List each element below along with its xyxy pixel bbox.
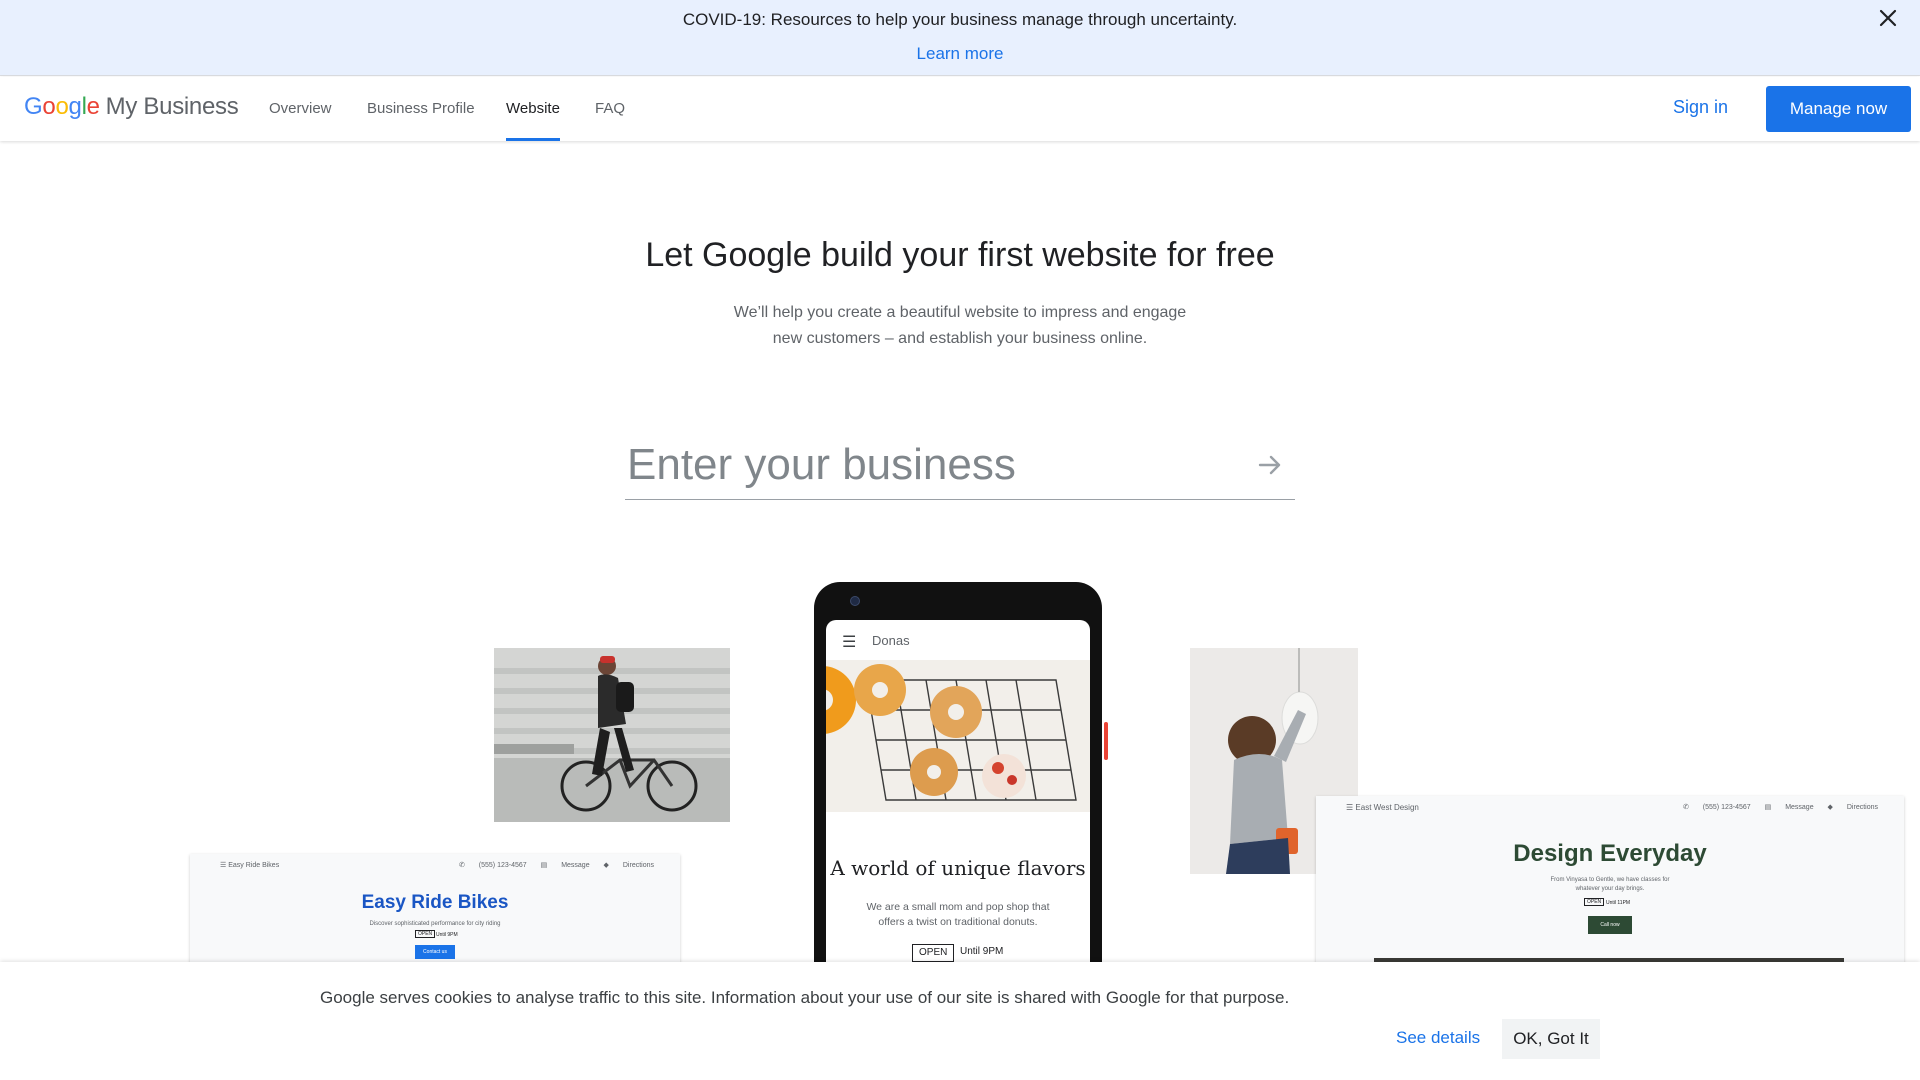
business-search-input[interactable] [627,432,1227,498]
phone-site-header: ☰ Donas [826,620,1090,660]
banner-text: COVID-19: Resources to help your busines… [682,10,1238,29]
mini-directions-text: Directions [622,862,654,869]
mini-directions-text: Directions [1846,804,1878,811]
hero-subtitle: We’ll help you create a beautiful websit… [720,300,1200,352]
ok-got-it-button[interactable]: OK, Got It [1502,1019,1600,1059]
mini-site-title: Design Everyday [1513,840,1707,867]
phone-icon-link: ✆ (555) 123-4567 [1682,804,1751,811]
covid-banner: COVID-19: Resources to help your busines… [0,0,1920,76]
logo-letter: e [86,93,100,120]
mini-open-badge: OPEN [1584,898,1605,906]
mini-hours: Until 9PM [436,932,458,938]
mini-open-badge: OPEN [415,930,436,938]
mini-site-links: ✆ (555) 123-4567 ▤ Message ◆ Directions [1671,803,1878,811]
mini-hours: Until 11PM [1606,900,1631,906]
mini-message-text: Message [1785,804,1814,811]
tab-business-profile[interactable]: Business Profile [367,77,475,141]
mini-site-title: Easy Ride Bikes [361,892,509,913]
mini-site-links: ✆ (555) 123-4567 ▤ Message ◆ Directions [447,861,654,869]
cookie-consent-bar: Google serves cookies to analyse traffic… [0,962,1920,1080]
mini-contact-button: Contact us [415,945,455,959]
page: COVID-19: Resources to help your busines… [0,0,1920,1080]
phone-screen: ☰ Donas A world of unique flavors We are… [826,620,1090,1002]
east-west-design-site-preview: ☰ East West Design ✆ (555) 123-4567 ▤ Me… [1316,796,1904,966]
hero-subtitle-line: We’ll help you create a beautiful websit… [733,304,1187,321]
logo-product-name: My Business [105,93,239,120]
donuts-photo [826,660,1090,812]
mini-phone-text: (555) 123-4567 [1702,804,1751,811]
tab-website[interactable]: Website [506,77,560,141]
mini-subtitle-line: whatever your day brings. [1575,886,1645,892]
mini-site-header: ☰ Easy Ride Bikes ✆ (555) 123-4567 ▤ Mes… [190,854,680,878]
hero-subtitle-line: new customers – and establish your busin… [772,330,1148,347]
message-link: ▤ Message [540,862,590,869]
phone-side-button [1104,722,1108,760]
logo-letter: o [55,93,69,120]
logo-letter: o [42,93,56,120]
google-my-business-logo[interactable]: Google My Business [24,93,239,121]
mini-subtitle-line: From Vinyasa to Gentle, we have classes … [1550,877,1670,883]
easy-ride-bikes-site-preview: ☰ Easy Ride Bikes ✆ (555) 123-4567 ▤ Mes… [190,854,680,964]
hero-title: Let Google build your first website for … [645,236,1275,274]
camera-icon [850,596,860,606]
see-details-link[interactable]: See details [1396,1028,1480,1048]
mini-brand-text: Easy Ride Bikes [228,862,280,869]
mini-site-brand: ☰ East West Design [1346,803,1419,812]
open-badge: OPEN [912,944,955,962]
mini-site-header: ☰ East West Design ✆ (555) 123-4567 ▤ Me… [1316,796,1904,820]
mini-site-subtitle: From Vinyasa to Gentle, we have classes … [1316,876,1904,894]
phone-site-headline: A world of unique flavors [830,856,1086,880]
hours-text: Until 9PM [960,946,1004,957]
directions-link: ◆ Directions [1827,804,1878,811]
mini-brand-text: East West Design [1355,803,1419,812]
phone-site-description: We are a small mom and pop shop that off… [866,901,1050,928]
phone-mockup: ☰ Donas A world of unique flavors We are… [814,582,1102,1002]
tab-faq[interactable]: FAQ [595,77,625,141]
tab-overview[interactable]: Overview [269,77,332,141]
sign-in-link[interactable]: Sign in [1673,97,1728,118]
manage-now-button[interactable]: Manage now [1766,86,1911,132]
cookie-text: Google serves cookies to analyse traffic… [320,988,1290,1007]
mini-message-text: Message [561,862,590,869]
logo-letter: g [68,93,82,120]
logo-letter: G [24,93,43,120]
mini-phone-text: (555) 123-4567 [478,862,527,869]
cyclist-photo [494,648,730,822]
message-link: ▤ Message [1764,804,1814,811]
menu-icon: ☰ [842,634,857,651]
directions-link: ◆ Directions [603,862,654,869]
close-icon[interactable] [1874,4,1902,32]
mini-site-subtitle: Discover sophisticated performance for c… [369,921,501,927]
mini-site-brand: ☰ Easy Ride Bikes [220,862,280,869]
mini-call-button: Call now [1588,916,1632,934]
arrow-right-icon[interactable] [1255,450,1285,480]
business-search [625,432,1295,500]
top-nav: Google My Business Overview Business Prof… [0,77,1920,141]
phone-site-brand: Donas [872,633,910,648]
phone-icon-link: ✆ (555) 123-4567 [458,862,527,869]
learn-more-link[interactable]: Learn more [0,44,1920,64]
